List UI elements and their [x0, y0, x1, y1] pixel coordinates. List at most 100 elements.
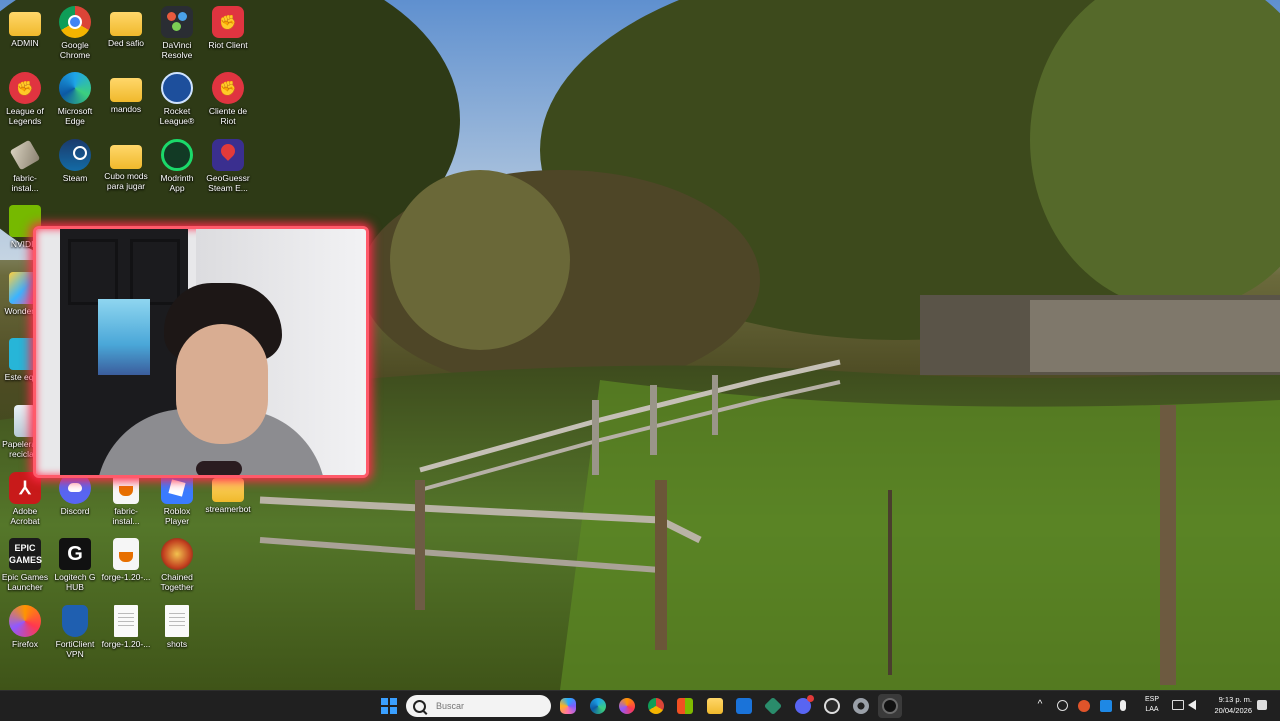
installer-icon — [9, 139, 41, 171]
taskbar-mail[interactable] — [732, 694, 756, 718]
desktop-icon-modrinth[interactable]: Modrinth App — [152, 139, 202, 193]
desktop-icon-league[interactable]: ✊ League of Legends — [0, 72, 50, 126]
desktop-icon-label: Logitech G HUB — [54, 572, 96, 592]
obs-icon — [824, 698, 840, 714]
desktop-icon-label: Adobe Acrobat — [10, 506, 40, 526]
language-indicator[interactable]: ESP LAA — [1144, 695, 1160, 715]
store-icon — [677, 698, 693, 714]
taskbar-discord[interactable] — [791, 694, 815, 718]
taskbar-edge[interactable] — [586, 694, 610, 718]
search-input[interactable] — [434, 700, 548, 712]
chevron-up-icon[interactable]: ^ — [1035, 700, 1045, 710]
desktop-icon-label: Ded safio — [108, 38, 144, 48]
desktop-icon-label: fabric-instal... — [11, 173, 39, 193]
notification-icon[interactable] — [1257, 700, 1267, 710]
chrome-icon — [648, 698, 664, 714]
desktop-icon-label: Chained Together — [160, 572, 194, 592]
steam-icon — [59, 139, 91, 171]
desktop-icon-chained-together[interactable]: Chained Together — [152, 538, 202, 592]
desktop-icon-forticlient[interactable]: FortiClient VPN — [50, 605, 100, 659]
desktop-icon-label: Steam — [62, 173, 88, 183]
desktop-icon-ded-safio[interactable]: Ded safio — [101, 6, 151, 48]
desktop-icon-fabric-installer[interactable]: fabric-instal... — [0, 139, 50, 193]
language-code: ESP — [1144, 696, 1159, 703]
desktop-icon-admin[interactable]: ADMIN — [0, 6, 50, 48]
riot-icon: ✊ — [212, 6, 244, 38]
desktop-icon-label: mandos — [110, 104, 142, 114]
desktop-icon-label: Epic Games Launcher — [1, 572, 49, 592]
tray-app-blue-icon[interactable] — [1100, 700, 1112, 712]
desktop-icon-acrobat[interactable]: ⅄ Adobe Acrobat — [0, 472, 50, 526]
clock-time: 9:13 p. m. — [1218, 695, 1252, 704]
desktop-icon-edge[interactable]: Microsoft Edge — [50, 72, 100, 126]
webcam-overlay — [33, 226, 369, 478]
taskbar-search[interactable] — [406, 695, 551, 717]
taskbar-settings[interactable] — [849, 694, 873, 718]
desktop-icon-cubo-mods[interactable]: Cubo mods para jugar — [101, 139, 151, 191]
tray-app-icon[interactable] — [1057, 700, 1068, 711]
desktop-icon-label: Rocket League® — [159, 106, 195, 126]
desktop-icon-forge-jar[interactable]: forge-1.20-... — [101, 538, 151, 582]
desktop-icon-label: fabric-instal... — [112, 506, 140, 526]
epic-icon: EPIC GAMES — [9, 538, 42, 570]
edge-icon — [59, 72, 91, 104]
taskbar-file-explorer[interactable] — [703, 694, 727, 718]
webcam-person-face — [176, 324, 268, 444]
desktop-icon-label: Cubo mods para jugar — [104, 171, 148, 191]
desktop-icon-mandos[interactable]: mandos — [101, 72, 151, 114]
folder-icon — [110, 78, 142, 102]
desktop-icon-roblox[interactable]: Roblox Player — [152, 472, 202, 526]
desktop-icon-streamerbot[interactable]: streamerbot — [203, 472, 253, 514]
desktop-icon-label: Microsoft Edge — [57, 106, 93, 126]
desktop-icon-label: Cliente de Riot — [208, 106, 248, 126]
taskbar-store[interactable] — [673, 694, 697, 718]
rocket-league-icon — [161, 72, 193, 104]
desktop-icon-label: streamerbot — [205, 504, 251, 514]
document-icon — [114, 605, 138, 637]
folder-icon — [212, 478, 244, 502]
chrome-icon — [59, 6, 91, 38]
firefox-icon — [9, 605, 41, 637]
desktop-icon-logitech[interactable]: G Logitech G HUB — [50, 538, 100, 592]
desktop-icon-discord[interactable]: Discord — [50, 472, 100, 516]
volume-icon[interactable] — [1188, 700, 1196, 710]
webcam-microphone — [196, 461, 242, 475]
desktop-icon-label: FortiClient VPN — [55, 639, 95, 659]
tray-sync-icon[interactable] — [1078, 700, 1090, 712]
file-explorer-icon — [707, 698, 723, 714]
desktop-icon-shots[interactable]: shots — [152, 605, 202, 649]
desktop-icon-epic-games[interactable]: EPIC GAMES Epic Games Launcher — [0, 538, 50, 592]
desktop-icon-label: shots — [166, 639, 188, 649]
desktop-icon-label: GeoGuessr Steam E... — [206, 173, 250, 193]
taskbar-clock[interactable]: 9:13 p. m. 20/04/2026 — [1206, 694, 1252, 716]
clock-date: 20/04/2026 — [1214, 706, 1252, 715]
desktop-icon-label: Riot Client — [208, 40, 248, 50]
riot-icon: ✊ — [212, 72, 244, 104]
taskbar-copilot[interactable] — [556, 694, 580, 718]
taskbar-obs[interactable] — [820, 694, 844, 718]
desktop-icon-davinci[interactable]: DaVinci Resolve — [152, 6, 202, 60]
search-icon — [413, 699, 426, 713]
webcam-anime-poster — [98, 299, 150, 375]
start-button[interactable] — [377, 694, 401, 718]
desktop-icon-label: Google Chrome — [59, 40, 91, 60]
taskbar-chrome[interactable] — [644, 694, 668, 718]
start-icon — [381, 698, 397, 714]
desktop-icon-steam[interactable]: Steam — [50, 139, 100, 183]
desktop-icon-riot-client[interactable]: ✊ Riot Client — [203, 6, 253, 50]
desktop-icon-fabric-installer-jar[interactable]: fabric-instal... — [101, 472, 151, 526]
desktop-icon-rocket-league[interactable]: Rocket League® — [152, 72, 202, 126]
taskbar-vpn[interactable] — [761, 694, 785, 718]
desktop-icon-geoguessr[interactable]: GeoGuessr Steam E... — [203, 139, 253, 193]
desktop-icon-label: forge-1.20-... — [101, 639, 151, 649]
microphone-icon[interactable] — [1120, 700, 1126, 711]
taskbar-firefox[interactable] — [615, 694, 639, 718]
chained-together-icon — [161, 538, 193, 570]
network-icon[interactable] — [1172, 700, 1184, 710]
desktop-icon-chrome[interactable]: Google Chrome — [50, 6, 100, 60]
desktop-icon-cliente-riot[interactable]: ✊ Cliente de Riot — [203, 72, 253, 126]
taskbar-active-app[interactable] — [878, 694, 902, 718]
keyboard-layout: LAA — [1145, 706, 1159, 713]
desktop-icon-firefox[interactable]: Firefox — [0, 605, 50, 649]
desktop-icon-forge-log[interactable]: forge-1.20-... — [101, 605, 151, 649]
